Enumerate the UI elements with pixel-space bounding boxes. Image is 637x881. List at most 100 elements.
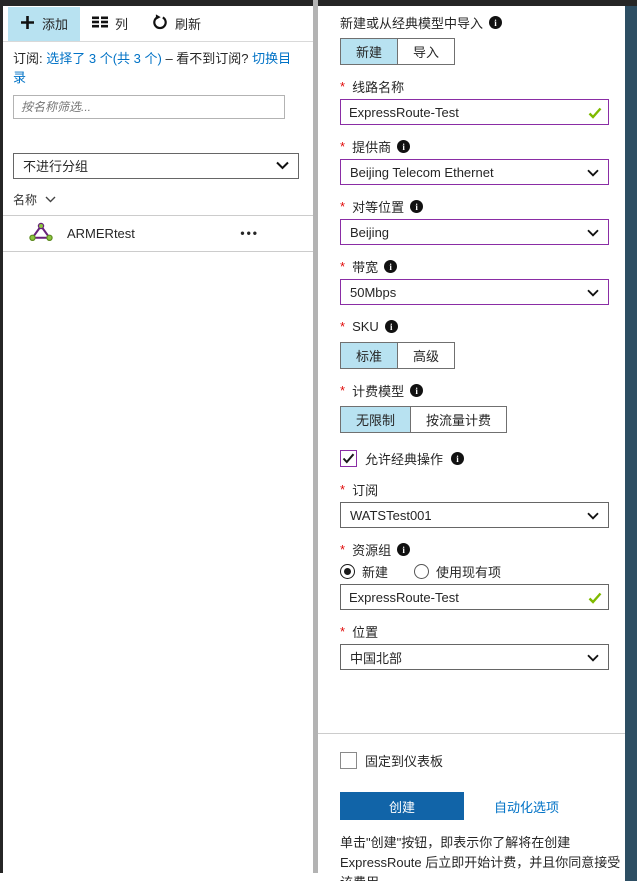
radio-selected-icon	[340, 564, 355, 579]
billing-model-label-row: * 计费模型	[340, 382, 609, 399]
subscription-summary: 订阅: 选择了 3 个(共 3 个) – 看不到订阅? 切换目录	[13, 50, 303, 88]
top-frame-bar	[0, 0, 637, 6]
subscription-dropdown[interactable]: WATSTest001	[340, 502, 609, 528]
peering-location-value: Beijing	[350, 225, 389, 240]
browse-blade: 添加 列 刷新	[3, 6, 313, 873]
mode-field-label-row: 新建或从经典模型中导入	[340, 14, 609, 31]
subscription-label: 订阅:	[13, 51, 43, 66]
pin-to-dashboard-checkbox[interactable]	[340, 752, 357, 769]
columns-icon	[92, 16, 108, 31]
allow-classic-label: 允许经典操作	[365, 449, 443, 468]
pin-to-dashboard-label: 固定到仪表板	[365, 751, 443, 770]
required-marker: *	[340, 319, 345, 334]
provider-label: 提供商	[352, 137, 391, 156]
more-options-button[interactable]: •••	[240, 226, 259, 240]
mode-option-import[interactable]: 导入	[397, 38, 455, 65]
grouping-dropdown-value: 不进行分组	[23, 156, 88, 175]
sku-option-standard[interactable]: 标准	[340, 342, 398, 369]
peering-location-dropdown[interactable]: Beijing	[340, 219, 609, 245]
resource-group-name-input[interactable]: ExpressRoute-Test	[340, 584, 609, 610]
info-icon[interactable]	[489, 16, 502, 29]
bandwidth-value: 50Mbps	[350, 285, 396, 300]
mode-field-label: 新建或从经典模型中导入	[340, 13, 483, 32]
mode-option-new[interactable]: 新建	[340, 38, 398, 65]
billing-option-unlimited[interactable]: 无限制	[340, 406, 411, 433]
resource-group-label: 资源组	[352, 540, 391, 559]
info-icon[interactable]	[451, 452, 464, 465]
circuit-name-label-row: * 线路名称	[340, 78, 609, 95]
info-icon[interactable]	[397, 543, 410, 556]
resource-group-existing-label: 使用现有项	[436, 562, 501, 581]
circuit-name-label: 线路名称	[352, 77, 404, 96]
provider-value: Beijing Telecom Ethernet	[350, 165, 494, 180]
subscription-separator: – 看不到订阅?	[162, 51, 252, 66]
billing-option-metered[interactable]: 按流量计费	[410, 406, 507, 433]
subscription-count-link[interactable]: 选择了 3 个(共 3 个)	[46, 51, 162, 66]
info-icon[interactable]	[410, 200, 423, 213]
required-marker: *	[340, 259, 345, 274]
sku-toggle: 标准 高级	[340, 342, 609, 369]
bandwidth-dropdown[interactable]: 50Mbps	[340, 279, 609, 305]
location-dropdown[interactable]: 中国北部	[340, 644, 609, 670]
columns-button[interactable]: 列	[80, 7, 140, 41]
expressroute-circuit-icon	[29, 222, 53, 245]
refresh-icon	[152, 14, 168, 33]
pin-to-dashboard-row: 固定到仪表板	[340, 751, 609, 770]
allow-classic-row: 允许经典操作	[340, 449, 609, 468]
add-button[interactable]: 添加	[8, 7, 80, 41]
name-column-header[interactable]: 名称	[13, 191, 73, 208]
automation-options-link[interactable]: 自动化选项	[494, 797, 559, 816]
required-marker: *	[340, 139, 345, 154]
chevron-down-icon	[587, 225, 599, 240]
filter-by-name-input[interactable]	[13, 95, 285, 119]
create-expressroute-blade: 新建或从经典模型中导入 新建 导入 * 线路名称 ExpressRoute-Te…	[318, 6, 625, 881]
chevron-down-icon	[587, 165, 599, 180]
bandwidth-label: 带宽	[352, 257, 378, 276]
resource-group-new-radio[interactable]: 新建	[340, 562, 388, 581]
allow-classic-checkbox[interactable]	[340, 450, 357, 467]
info-icon[interactable]	[385, 320, 398, 333]
subscription-label-row: * 订阅	[340, 481, 609, 498]
required-marker: *	[340, 482, 345, 497]
circuit-list: ARMERtest •••	[3, 215, 313, 252]
bandwidth-label-row: * 带宽	[340, 258, 609, 275]
info-icon[interactable]	[410, 384, 423, 397]
required-marker: *	[340, 79, 345, 94]
next-blade-strip	[625, 6, 637, 881]
plus-icon	[20, 15, 35, 33]
chevron-down-icon	[587, 285, 599, 300]
create-button[interactable]: 创建	[340, 792, 464, 820]
sku-option-premium[interactable]: 高级	[397, 342, 455, 369]
circuit-name-input[interactable]: ExpressRoute-Test	[340, 99, 609, 125]
required-marker: *	[340, 624, 345, 639]
billing-disclaimer: 单击"创建"按钮，即表示你了解将在创建 ExpressRoute 后立即开始计费…	[340, 833, 622, 881]
refresh-button[interactable]: 刷新	[140, 7, 213, 41]
list-item[interactable]: ARMERtest •••	[3, 216, 313, 252]
blade-separator	[313, 0, 318, 873]
create-actions-row: 创建 自动化选项	[340, 792, 609, 820]
grouping-dropdown[interactable]: 不进行分组	[13, 153, 299, 179]
chevron-down-icon	[587, 650, 599, 665]
columns-button-label: 列	[115, 14, 128, 33]
provider-dropdown[interactable]: Beijing Telecom Ethernet	[340, 159, 609, 185]
billing-model-label: 计费模型	[352, 381, 404, 400]
blade-footer: 固定到仪表板 创建 自动化选项 单击"创建"按钮，即表示你了解将在创建 Expr…	[318, 733, 625, 881]
resource-group-existing-radio[interactable]: 使用现有项	[414, 562, 501, 581]
info-icon[interactable]	[397, 140, 410, 153]
peering-location-label-row: * 对等位置	[340, 198, 609, 215]
sort-chevron-icon	[45, 192, 56, 206]
info-icon[interactable]	[384, 260, 397, 273]
valid-check-icon	[588, 592, 602, 607]
mode-toggle: 新建 导入	[340, 38, 609, 65]
name-column-label: 名称	[13, 191, 37, 208]
radio-unselected-icon	[414, 564, 429, 579]
sku-label-row: * SKU	[340, 318, 609, 335]
resource-group-name-value: ExpressRoute-Test	[349, 590, 459, 605]
subscription-value: WATSTest001	[350, 508, 432, 523]
location-label: 位置	[352, 622, 378, 641]
location-value: 中国北部	[350, 648, 402, 667]
billing-model-toggle: 无限制 按流量计费	[340, 406, 609, 433]
chevron-down-icon	[587, 508, 599, 523]
peering-location-label: 对等位置	[352, 197, 404, 216]
required-marker: *	[340, 542, 345, 557]
